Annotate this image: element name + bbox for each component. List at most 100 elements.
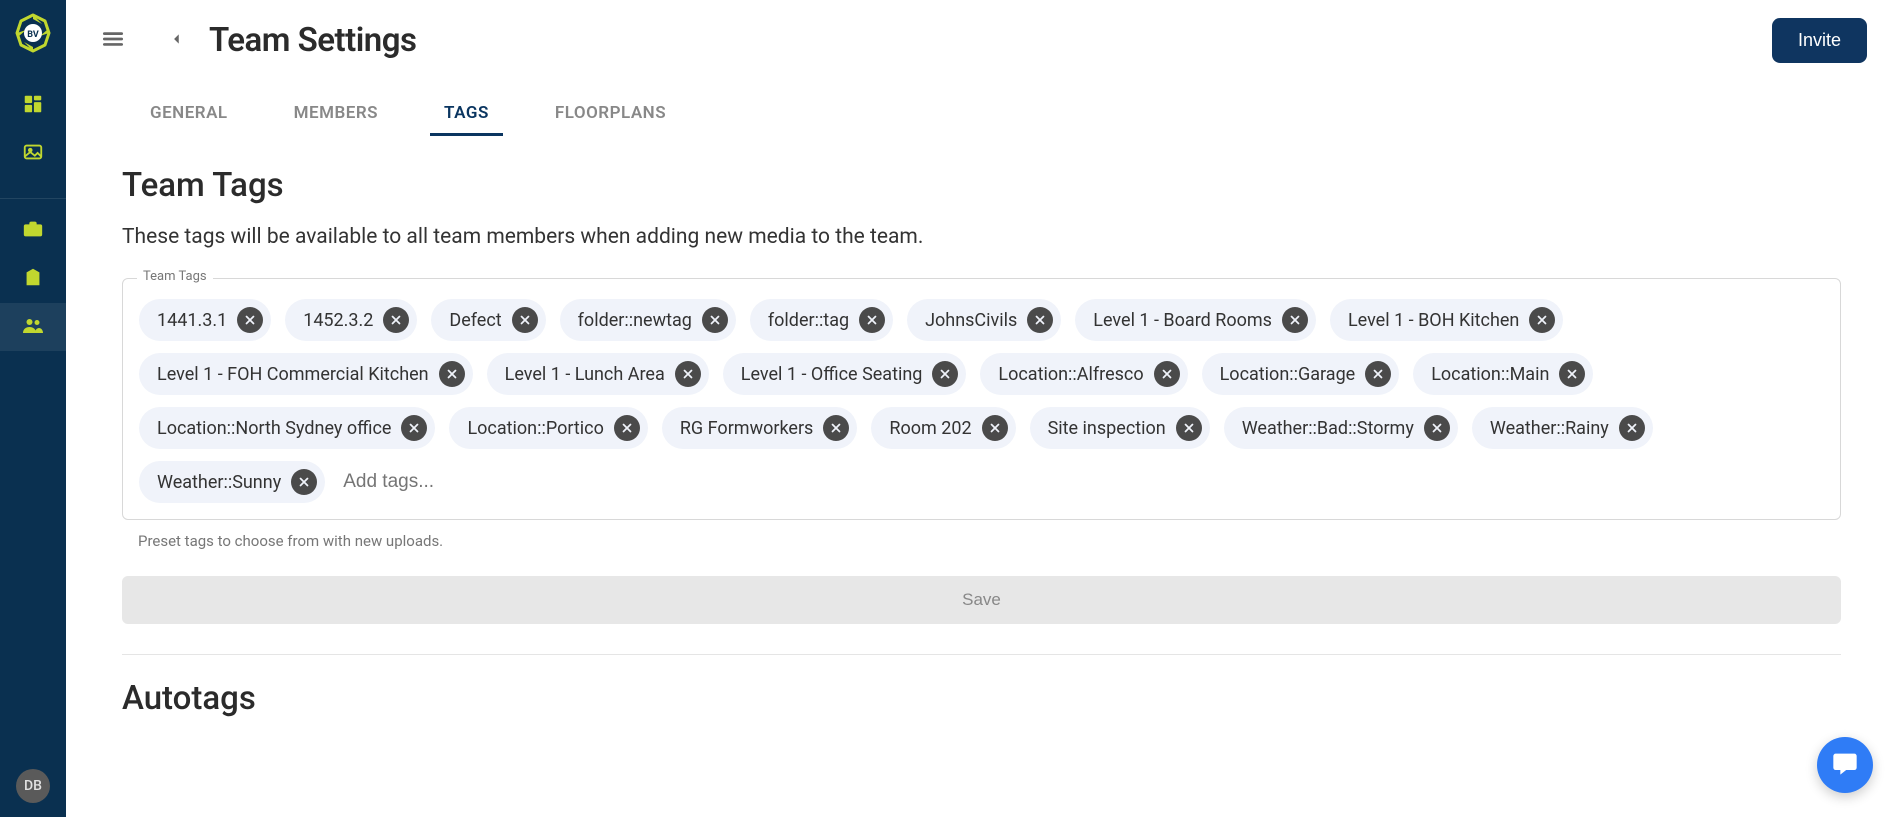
nav-group-primary bbox=[0, 82, 66, 178]
tag-chip: Weather::Bad::Stormy bbox=[1224, 407, 1458, 449]
tag-chip-label: Weather::Rainy bbox=[1490, 418, 1609, 439]
team-tags-fieldset: Team Tags 1441.3.11452.3.2Defectfolder::… bbox=[122, 278, 1841, 520]
divider bbox=[122, 654, 1841, 655]
page-title: Team Settings bbox=[209, 21, 416, 60]
team-tags-description: These tags will be available to all team… bbox=[122, 223, 1841, 252]
close-icon[interactable] bbox=[1619, 415, 1645, 441]
tag-chip-label: Level 1 - Board Rooms bbox=[1093, 310, 1272, 331]
nav-group-secondary bbox=[0, 198, 66, 351]
tag-chip: Room 202 bbox=[871, 407, 1015, 449]
add-tags-input[interactable] bbox=[339, 463, 592, 501]
close-icon[interactable] bbox=[383, 307, 409, 333]
tag-chip-label: folder::tag bbox=[768, 310, 849, 331]
tag-chip: Site inspection bbox=[1030, 407, 1210, 449]
close-icon[interactable] bbox=[932, 361, 958, 387]
tag-chip: Weather::Sunny bbox=[139, 461, 325, 503]
tag-chip-label: Site inspection bbox=[1048, 418, 1166, 439]
back-button[interactable] bbox=[160, 24, 194, 58]
tab-tags[interactable]: TAGS bbox=[430, 93, 503, 136]
tag-chip: Level 1 - Office Seating bbox=[723, 353, 967, 395]
people-icon bbox=[21, 313, 45, 341]
tag-chip-label: Level 1 - Lunch Area bbox=[505, 364, 665, 385]
tag-chip-label: Weather::Bad::Stormy bbox=[1242, 418, 1414, 439]
tag-chip-label: Level 1 - BOH Kitchen bbox=[1348, 310, 1519, 331]
tag-chip-label: Defect bbox=[449, 310, 501, 331]
tag-chip-label: folder::newtag bbox=[578, 310, 692, 331]
tag-chip-label: 1441.3.1 bbox=[157, 310, 227, 331]
tag-chip-label: Location::Portico bbox=[467, 418, 603, 439]
close-icon[interactable] bbox=[675, 361, 701, 387]
chevron-left-icon bbox=[170, 31, 184, 50]
close-icon[interactable] bbox=[1424, 415, 1450, 441]
close-icon[interactable] bbox=[401, 415, 427, 441]
tabs: GENERAL MEMBERS TAGS FLOORPLANS bbox=[66, 73, 1897, 136]
tag-chip: Defect bbox=[431, 299, 545, 341]
nav-dashboard[interactable] bbox=[0, 82, 66, 130]
hamburger-icon bbox=[100, 26, 126, 56]
tab-members[interactable]: MEMBERS bbox=[280, 93, 392, 136]
save-button[interactable]: Save bbox=[122, 576, 1841, 624]
close-icon[interactable] bbox=[512, 307, 538, 333]
tab-general[interactable]: GENERAL bbox=[136, 93, 242, 136]
close-icon[interactable] bbox=[702, 307, 728, 333]
dashboard-icon bbox=[22, 93, 44, 119]
nav-organizations[interactable] bbox=[0, 255, 66, 303]
close-icon[interactable] bbox=[291, 469, 317, 495]
tag-chip: Location::North Sydney office bbox=[139, 407, 435, 449]
tag-chip-label: Location::North Sydney office bbox=[157, 418, 391, 439]
nav-team[interactable] bbox=[0, 303, 66, 351]
svg-text:BV: BV bbox=[27, 30, 39, 40]
tag-chip-label: 1452.3.2 bbox=[303, 310, 373, 331]
close-icon[interactable] bbox=[1282, 307, 1308, 333]
tag-chip: folder::newtag bbox=[560, 299, 736, 341]
tag-chip-label: Location::Alfresco bbox=[998, 364, 1143, 385]
nav-media[interactable] bbox=[0, 130, 66, 178]
fieldset-legend: Team Tags bbox=[137, 269, 213, 284]
image-icon bbox=[22, 141, 44, 167]
close-icon[interactable] bbox=[614, 415, 640, 441]
close-icon[interactable] bbox=[439, 361, 465, 387]
nav-projects[interactable] bbox=[0, 207, 66, 255]
tag-chip: Location::Portico bbox=[449, 407, 647, 449]
menu-button[interactable] bbox=[96, 24, 130, 58]
tag-chip: Weather::Rainy bbox=[1472, 407, 1653, 449]
tag-chip-label: Location::Garage bbox=[1220, 364, 1356, 385]
close-icon[interactable] bbox=[1154, 361, 1180, 387]
close-icon[interactable] bbox=[1365, 361, 1391, 387]
close-icon[interactable] bbox=[982, 415, 1008, 441]
tag-chip: folder::tag bbox=[750, 299, 893, 341]
close-icon[interactable] bbox=[859, 307, 885, 333]
tag-chip: 1441.3.1 bbox=[139, 299, 271, 341]
app-logo[interactable]: BV bbox=[12, 12, 54, 54]
close-icon[interactable] bbox=[1027, 307, 1053, 333]
close-icon[interactable] bbox=[237, 307, 263, 333]
chat-icon bbox=[1831, 749, 1859, 781]
tab-floorplans[interactable]: FLOORPLANS bbox=[541, 93, 680, 136]
sidebar: BV bbox=[0, 0, 66, 817]
close-icon[interactable] bbox=[823, 415, 849, 441]
user-avatar[interactable]: DB bbox=[16, 769, 50, 803]
building-icon bbox=[22, 266, 44, 292]
briefcase-icon bbox=[22, 218, 44, 244]
tag-chip: Level 1 - FOH Commercial Kitchen bbox=[139, 353, 473, 395]
tag-chip-label: Room 202 bbox=[889, 418, 971, 439]
tag-chip: Level 1 - BOH Kitchen bbox=[1330, 299, 1563, 341]
close-icon[interactable] bbox=[1529, 307, 1555, 333]
tag-chip: RG Formworkers bbox=[662, 407, 858, 449]
close-icon[interactable] bbox=[1559, 361, 1585, 387]
tag-chip: Level 1 - Board Rooms bbox=[1075, 299, 1316, 341]
main-content: Team Settings Invite GENERAL MEMBERS TAG… bbox=[66, 0, 1897, 817]
invite-button[interactable]: Invite bbox=[1772, 18, 1867, 63]
tag-chip-label: Weather::Sunny bbox=[157, 472, 281, 493]
team-tags-title: Team Tags bbox=[122, 166, 1841, 205]
tag-chip-label: Location::Main bbox=[1431, 364, 1549, 385]
close-icon[interactable] bbox=[1176, 415, 1202, 441]
tag-chip-label: Level 1 - FOH Commercial Kitchen bbox=[157, 364, 429, 385]
tag-chip: Level 1 - Lunch Area bbox=[487, 353, 709, 395]
tag-chip: Location::Main bbox=[1413, 353, 1593, 395]
tag-chip-label: Level 1 - Office Seating bbox=[741, 364, 923, 385]
tags-container: 1441.3.1 1452.3.2 Defect folder::newtag fold… bbox=[139, 299, 1824, 503]
tag-chip-label: RG Formworkers bbox=[680, 418, 814, 439]
helper-text: Preset tags to choose from with new uplo… bbox=[138, 532, 1841, 550]
chat-fab[interactable] bbox=[1817, 737, 1873, 793]
